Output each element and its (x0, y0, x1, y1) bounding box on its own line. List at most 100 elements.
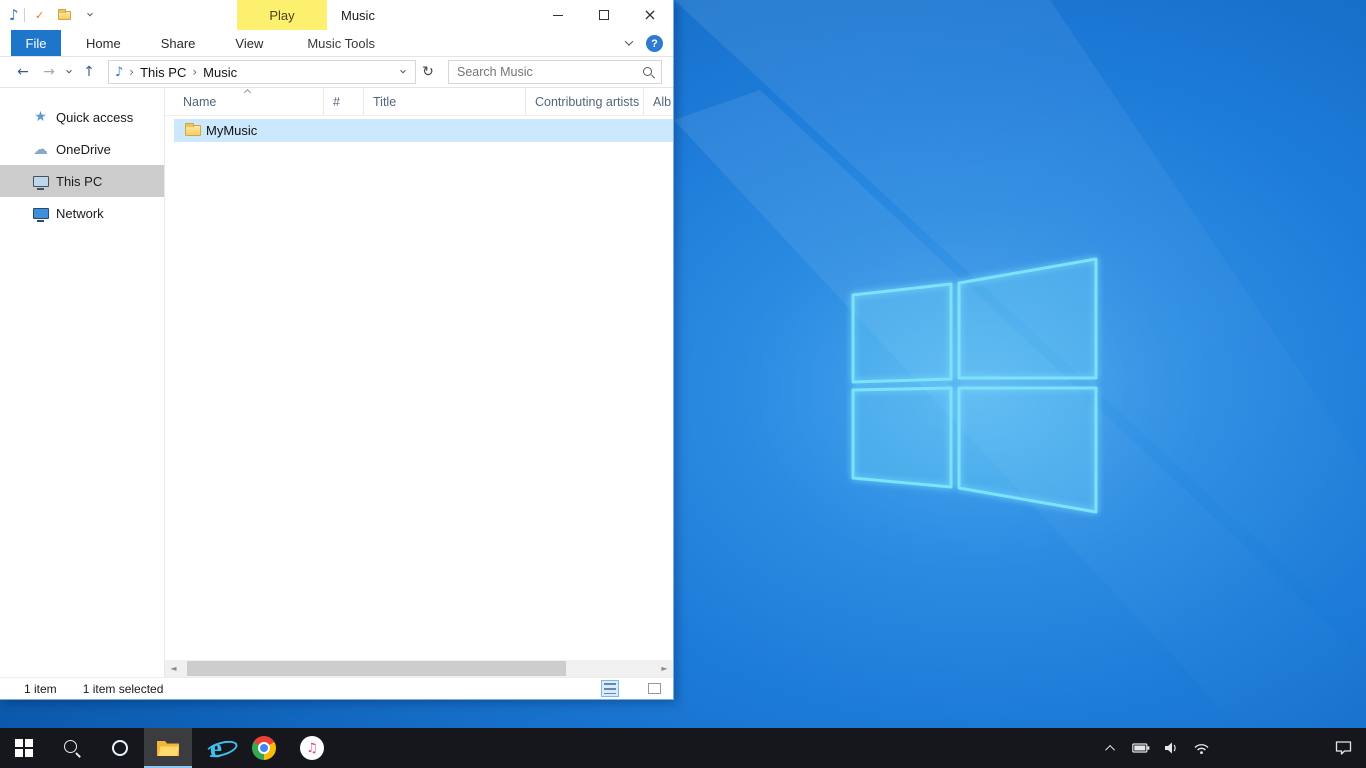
music-notes-icon: ♫ (306, 741, 318, 756)
column-header-contributing-artists[interactable]: Contributing artists (526, 88, 644, 115)
column-header-name[interactable]: Name (174, 88, 324, 115)
taskbar-file-explorer-button[interactable] (144, 728, 192, 768)
cloud-icon: ☁ (33, 140, 48, 158)
chevron-down-icon (400, 68, 406, 74)
folder-icon (185, 125, 201, 136)
qat-separator (24, 8, 25, 22)
taskbar-internet-explorer-button[interactable]: e (192, 728, 240, 768)
taskbar-chrome-button[interactable] (240, 728, 288, 768)
taskbar-search-button[interactable] (48, 728, 96, 768)
qat-customize-button[interactable] (80, 5, 100, 25)
scrollbar-thumb[interactable] (187, 661, 566, 676)
navigation-pane: ★ Quick access ☁ OneDrive This PC Networ… (0, 88, 165, 677)
file-explorer-window: ♪ ✓ Play Music × File Home (0, 0, 674, 700)
qat-new-folder-button[interactable] (55, 5, 75, 25)
music-app-icon: ♪ (9, 6, 19, 24)
scroll-left-arrow[interactable]: ◄ (165, 660, 182, 677)
column-label: Title (373, 95, 396, 109)
address-bar[interactable]: ♪ › This PC › Music (108, 60, 416, 84)
file-list[interactable]: MyMusic (165, 116, 673, 660)
breadcrumb-this-pc[interactable]: This PC (140, 65, 186, 80)
tab-music-tools[interactable]: Music Tools (292, 30, 390, 56)
selection-count: 1 item selected (83, 682, 164, 696)
close-icon: × (643, 8, 656, 22)
search-icon (63, 739, 81, 757)
star-icon: ★ (34, 109, 47, 125)
titlebar-play-tab[interactable]: Play (237, 0, 327, 30)
column-label: Name (183, 95, 216, 109)
sidebar-item-this-pc[interactable]: This PC (0, 165, 164, 197)
music-note-icon: ♪ (115, 65, 123, 80)
up-button[interactable]: ↑ (76, 60, 102, 84)
window-body: ★ Quick access ☁ OneDrive This PC Networ… (0, 88, 673, 677)
start-button[interactable] (0, 728, 48, 768)
tab-share[interactable]: Share (146, 30, 211, 56)
file-tab[interactable]: File (11, 30, 61, 56)
column-header-title[interactable]: Title (364, 88, 526, 115)
chevron-down-icon (625, 37, 633, 45)
sort-ascending-icon (243, 89, 250, 96)
horizontal-scrollbar[interactable]: ◄ ► (165, 660, 673, 677)
sidebar-item-label: This PC (56, 174, 102, 189)
address-history-dropdown[interactable] (393, 61, 413, 83)
sidebar-item-label: Network (56, 206, 104, 221)
refresh-button[interactable]: ↻ (416, 60, 440, 84)
taskbar-empty-area (336, 728, 1100, 768)
chevron-down-icon (87, 11, 93, 17)
file-row-mymusic[interactable]: MyMusic (174, 119, 673, 142)
chevron-down-icon (66, 68, 72, 74)
maximize-button[interactable] (581, 0, 627, 30)
column-header-album[interactable]: Alb (644, 88, 673, 115)
breadcrumb-separator: › (192, 65, 197, 79)
internet-explorer-icon: e (210, 735, 222, 761)
ribbon-collapse-button[interactable] (616, 30, 642, 56)
minimize-button[interactable] (535, 0, 581, 30)
file-explorer-icon (156, 738, 180, 758)
maximize-icon (599, 10, 609, 20)
sidebar-item-label: Quick access (56, 110, 133, 125)
sidebar-item-onedrive[interactable]: ☁ OneDrive (0, 133, 164, 165)
tab-view[interactable]: View (220, 30, 278, 56)
sidebar-item-quick-access[interactable]: ★ Quick access (0, 101, 164, 133)
cortana-icon (112, 740, 128, 756)
tray-volume-button[interactable] (1160, 728, 1182, 768)
tray-battery-button[interactable] (1130, 728, 1152, 768)
search-icon[interactable] (642, 66, 655, 79)
forward-button[interactable]: → (36, 60, 62, 84)
status-bar: 1 item 1 item selected (0, 677, 673, 699)
speaker-icon (1163, 740, 1179, 756)
qat-properties-button[interactable]: ✓ (30, 5, 50, 25)
file-list-area: Name # Title Contributing artists Alb (165, 88, 673, 677)
close-button[interactable]: × (627, 0, 673, 30)
details-view-icon (604, 683, 616, 694)
thumbnail-view-icon (648, 683, 661, 694)
scroll-right-arrow[interactable]: ► (656, 660, 673, 677)
details-view-button[interactable] (601, 680, 619, 697)
column-header-number[interactable]: # (324, 88, 364, 115)
thumbnail-view-button[interactable] (645, 680, 663, 697)
window-title: Music (341, 8, 375, 23)
tray-show-hidden-icons-button[interactable] (1100, 728, 1122, 768)
tab-home[interactable]: Home (71, 30, 136, 56)
action-center-button[interactable] (1320, 728, 1366, 768)
navigation-bar: ← → ↑ ♪ › This PC › Music ↻ (0, 57, 673, 88)
taskbar-itunes-button[interactable]: ♫ (288, 728, 336, 768)
breadcrumb-music[interactable]: Music (203, 65, 237, 80)
wifi-icon (1193, 741, 1210, 755)
taskbar: e ♫ (0, 728, 1366, 768)
back-button[interactable]: ← (10, 60, 36, 84)
recent-locations-button[interactable] (62, 60, 76, 84)
help-button[interactable]: ? (646, 35, 663, 52)
windows-logo-icon (15, 739, 33, 757)
itunes-icon: ♫ (300, 736, 324, 760)
scrollbar-track[interactable] (182, 660, 656, 677)
system-tray (1100, 728, 1212, 768)
search-box[interactable] (448, 60, 662, 84)
tray-network-button[interactable] (1190, 728, 1212, 768)
sidebar-item-label: OneDrive (56, 142, 111, 157)
folder-icon (58, 11, 71, 20)
cortana-button[interactable] (96, 728, 144, 768)
sidebar-item-network[interactable]: Network (0, 197, 164, 229)
search-input[interactable] (457, 65, 642, 79)
action-center-icon (1335, 740, 1352, 756)
